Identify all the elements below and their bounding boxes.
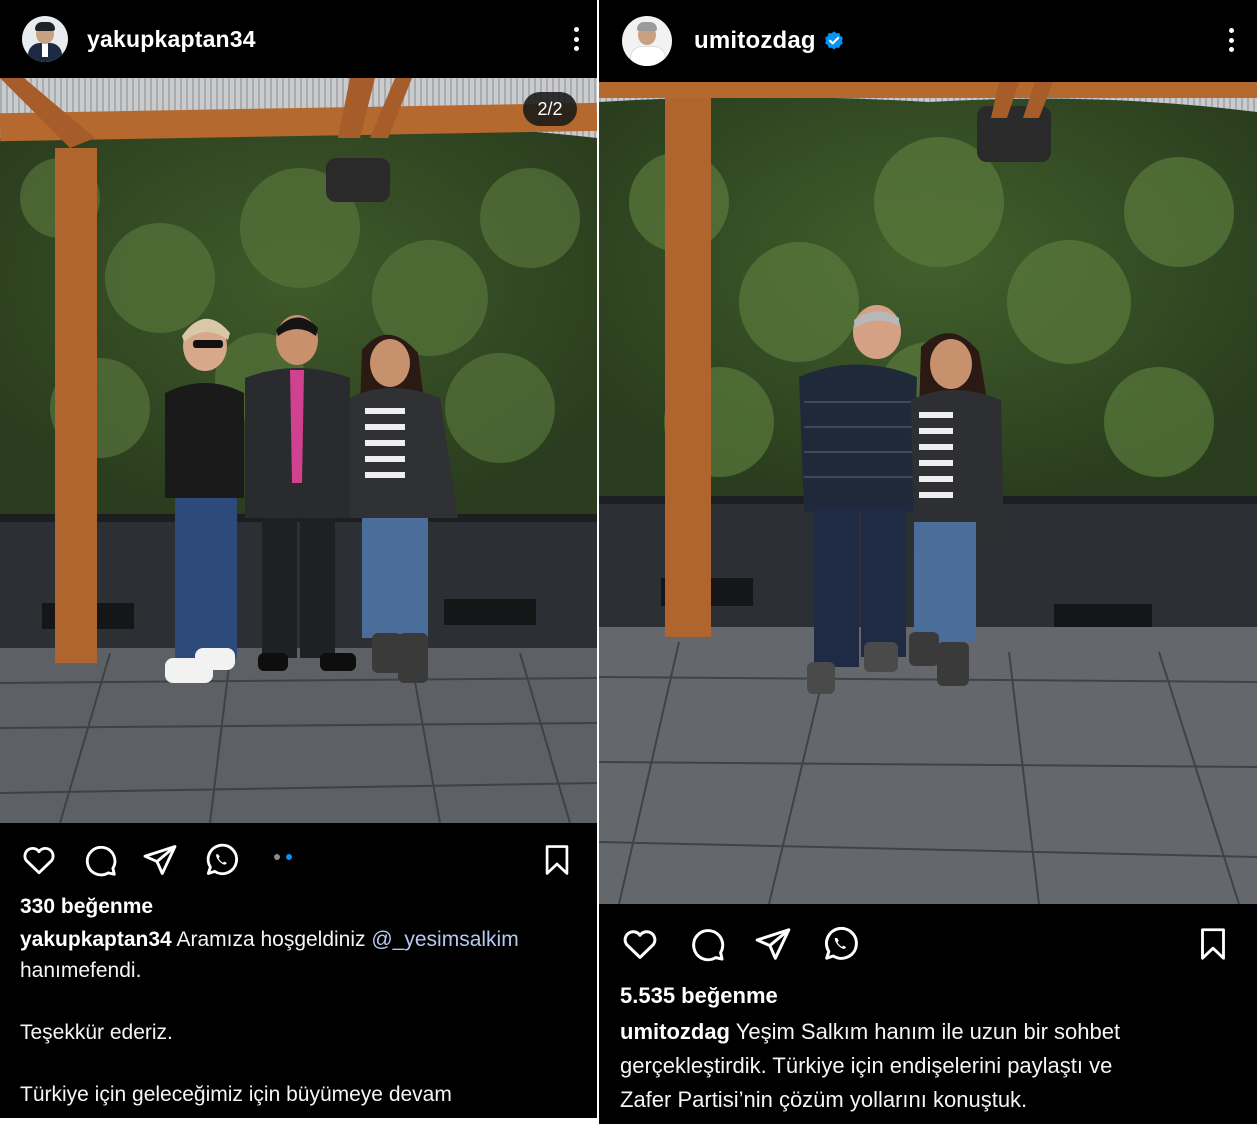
avatar[interactable]: [622, 16, 672, 66]
heart-icon[interactable]: [20, 842, 58, 878]
caption-line-3: Zafer Partisi’nin çözüm yollarını konuşt…: [620, 1087, 1028, 1112]
avatar[interactable]: [22, 16, 68, 62]
username[interactable]: umitozdag: [694, 27, 816, 55]
caption-author[interactable]: yakupkaptan34: [20, 928, 172, 951]
action-bar: [0, 838, 597, 882]
caption-line-1: Yeşim Salkım hanım ile uzun bir sohbet: [735, 1019, 1121, 1044]
likes-count[interactable]: 330 beğenme: [20, 895, 153, 919]
post-header: umitozdag: [599, 0, 1257, 82]
action-bar: [599, 922, 1257, 966]
heart-icon[interactable]: [620, 925, 660, 963]
post-card-umitozdag: umitozdag 5.535 beğenme umitozdag Yeşim …: [599, 0, 1257, 1124]
caption-mention[interactable]: @_yesimsalkim: [371, 928, 518, 951]
post-photo[interactable]: [0, 78, 597, 823]
comment-icon[interactable]: [82, 842, 118, 878]
carousel-counter: 2/2: [523, 92, 577, 126]
more-options-icon[interactable]: [1221, 25, 1241, 55]
post-photo[interactable]: [599, 82, 1257, 904]
likes-count[interactable]: 5.535 beğenme: [620, 983, 778, 1009]
caption-text: Aramıza hoşgeldiniz: [176, 928, 366, 951]
whatsapp-icon[interactable]: [202, 841, 240, 879]
share-icon[interactable]: [142, 842, 178, 878]
carousel-dots: [274, 854, 292, 860]
bookmark-icon[interactable]: [540, 841, 574, 879]
verified-badge-icon: [824, 31, 843, 50]
caption-author[interactable]: umitozdag: [620, 1019, 730, 1044]
carousel-dot-active: [286, 854, 292, 860]
caption-paragraph-3: Türkiye için geleceğimiz için büyümeye d…: [20, 1083, 452, 1106]
username[interactable]: yakupkaptan34: [87, 26, 256, 53]
caption-text-cont: hanımefendi.: [20, 959, 142, 982]
comment-icon[interactable]: [688, 925, 726, 963]
post-card-yakupkaptan34: yakupkaptan34 2/2 330 beğenme yakupkapta…: [0, 0, 597, 1118]
bookmark-icon[interactable]: [1195, 924, 1231, 964]
caption-line-2: gerçekleştirdik. Türkiye için endişeleri…: [620, 1053, 1113, 1078]
caption-paragraph-2: Teşekkür ederiz.: [20, 1021, 173, 1044]
more-options-icon[interactable]: [566, 24, 586, 54]
post-caption: umitozdag Yeşim Salkım hanım ile uzun bi…: [620, 1015, 1250, 1117]
whatsapp-icon[interactable]: [820, 924, 860, 964]
post-caption: yakupkaptan34 Aramıza hoşgeldiniz @_yesi…: [20, 924, 580, 1110]
share-icon[interactable]: [754, 925, 792, 963]
post-header: yakupkaptan34: [0, 0, 597, 78]
carousel-dot: [274, 854, 280, 860]
